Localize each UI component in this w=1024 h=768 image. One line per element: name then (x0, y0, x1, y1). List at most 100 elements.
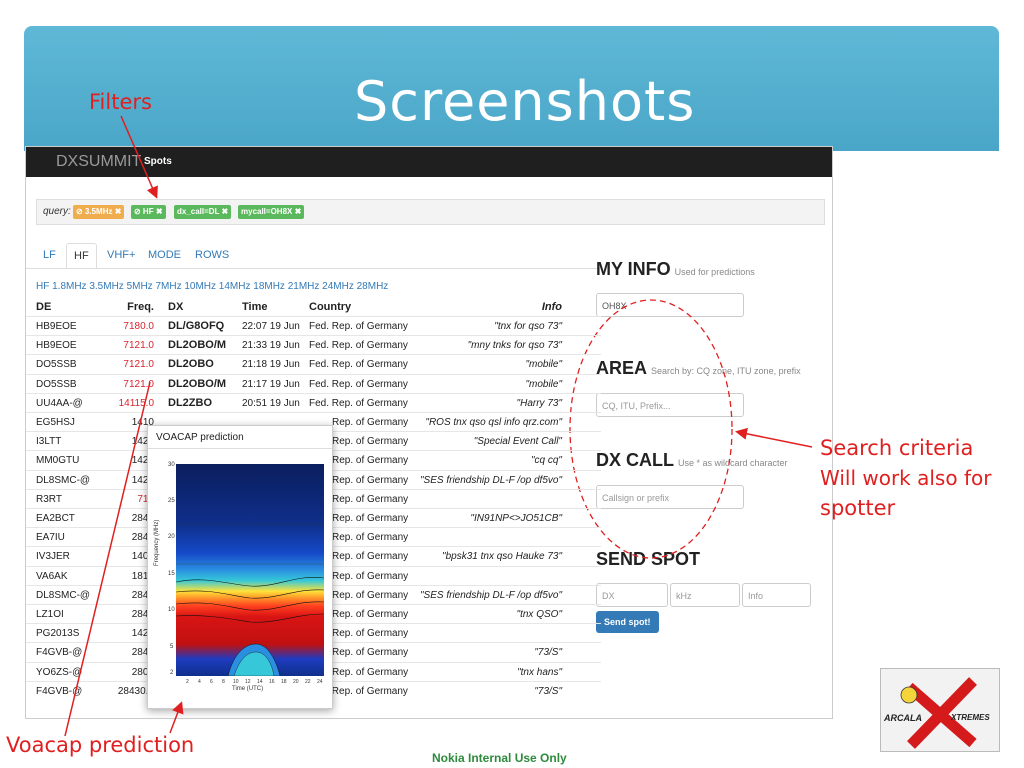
search-criteria-annotation-line3: spotter (820, 496, 896, 520)
cell-de[interactable]: EG5HSJ (36, 417, 75, 428)
tab-hf[interactable]: HF (66, 243, 97, 269)
send-spot-khz-input[interactable]: kHz (670, 583, 740, 607)
area-search-input[interactable]: CQ, ITU, Prefix... (596, 393, 744, 417)
search-criteria-annotation-line2: Will work also for (820, 466, 992, 490)
search-criteria-annotation-line1: Search criteria (820, 436, 974, 460)
cell-dx[interactable]: DL2OBO/M (168, 339, 226, 351)
y-tick-5: 5 (170, 644, 174, 650)
filter-chip-dx-call[interactable]: dx_call=DL ✖ (174, 205, 232, 219)
cell-freq: 1424 (131, 628, 154, 640)
cell-freq: 2848 (131, 609, 154, 620)
col-header-time[interactable]: Time (242, 301, 267, 313)
cell-country: Rep. of Germany (332, 493, 409, 505)
cell-de[interactable]: F4GVB-@ (36, 647, 82, 658)
logo-text-right: XTREMES (951, 713, 990, 722)
cell-de[interactable]: I3LTT (36, 436, 61, 447)
table-row[interactable]: DO5SSB 7121.0 DL2OBO/M 21:17 19 Jun Fed. Rep… (26, 373, 601, 394)
y-tick-25: 25 (168, 498, 175, 504)
col-header-de[interactable]: DE (36, 301, 51, 313)
cell-freq: 28430.0 (117, 685, 154, 697)
cell-freq: 7121.0 (123, 340, 154, 352)
voacap-prediction-popup: VOACAP prediction 30 25 20 15 10 5 2 Fre… (147, 425, 333, 709)
my-info-title: MY INFO (596, 259, 671, 279)
cell-info: "73/S" (534, 685, 562, 697)
cell-info: "SES friendship DL-F /op df5vo" (420, 474, 562, 486)
cell-info: "mny tnks for qso 73" (467, 340, 562, 352)
cell-country: Rep. of Germany (332, 609, 409, 620)
nav-spots-link[interactable]: Spots (144, 156, 172, 167)
cell-info: "mobile" (525, 378, 562, 390)
table-row[interactable]: DO5SSB 7121.0 DL2OBO 21:18 19 Jun Fed. Rep. … (26, 354, 601, 374)
table-row[interactable]: HB9EOE 7180.0 DL/G8OFQ 22:07 19 Jun Fed. Rep… (26, 316, 601, 336)
cell-country: Rep. of Germany (332, 647, 409, 659)
x-tick-12: 12 (245, 679, 251, 685)
voacap-annotation: Voacap prediction (6, 733, 195, 757)
cell-de[interactable]: EA7IU (36, 532, 65, 543)
cell-de[interactable]: LZ1OI (36, 609, 64, 620)
cell-de[interactable]: UU4AA-@ (36, 398, 83, 409)
cell-freq: 7180.0 (123, 321, 154, 332)
tab-lf[interactable]: LF (36, 243, 63, 267)
cell-de[interactable]: VA6AK (36, 571, 68, 582)
tab-rows[interactable]: ROWS (188, 243, 236, 267)
cell-country: Rep. of Germany (332, 417, 409, 428)
col-header-dx[interactable]: DX (168, 301, 183, 313)
x-tick-18: 18 (281, 679, 287, 685)
cell-dx[interactable]: DL/G8OFQ (168, 320, 224, 332)
tab-mode[interactable]: MODE (141, 243, 188, 267)
dx-call-input[interactable]: Callsign or prefix (596, 485, 744, 509)
query-filter-bar: query: ⊘ 3.5MHz ✖ ⊘ HF ✖ dx_call=DL ✖ my… (36, 199, 825, 225)
cell-freq: 715 (137, 493, 154, 505)
cell-dx[interactable]: DL2ZBO (168, 397, 212, 409)
cell-de[interactable]: R3RT (36, 494, 62, 505)
table-row[interactable]: UU4AA-@ 14115.0 DL2ZBO 20:51 19 Jun Fed. Rep… (26, 392, 601, 413)
cell-country: Rep. of Germany (332, 666, 409, 678)
col-header-info[interactable]: Info (526, 301, 562, 313)
cell-freq: 1407 (131, 551, 154, 563)
cell-info: "73/S" (534, 647, 562, 659)
x-tick-6: 6 (210, 679, 213, 685)
my-info-input[interactable]: OH8X (596, 293, 744, 317)
brand-logo[interactable]: DXSUMMIT (56, 153, 141, 171)
send-spot-dx-input[interactable]: DX (596, 583, 668, 607)
table-row[interactable]: HB9EOE 7121.0 DL2OBO/M 21:33 19 Jun Fed. Rep… (26, 335, 601, 355)
cell-dx[interactable]: DL2OBO/M (168, 378, 226, 390)
dx-call-heading: DX CALL Use * as wildcard character (596, 450, 788, 471)
cell-de[interactable]: EA2BCT (36, 513, 75, 524)
cell-de[interactable]: MM0GTU (36, 455, 79, 466)
cell-info: "Harry 73" (516, 397, 562, 409)
cell-de[interactable]: DO5SSB (36, 359, 77, 370)
tabs-divider (26, 268, 598, 269)
x-tick-14: 14 (257, 679, 263, 685)
col-header-country[interactable]: Country (309, 301, 351, 313)
cell-de[interactable]: F4GVB-@ (36, 686, 82, 697)
cell-info: "ROS tnx qso qsl info qrz.com" (425, 417, 562, 428)
cell-country: Rep. of Germany (332, 513, 409, 524)
logo-text-left: ARCALA (884, 713, 922, 723)
col-header-freq[interactable]: Freq. (122, 301, 154, 313)
cell-de[interactable]: DL8SMC-@ (36, 590, 90, 601)
cell-de[interactable]: HB9EOE (36, 340, 77, 351)
arcala-xtremes-logo: ARCALA XTREMES (880, 668, 1000, 752)
cell-freq: 1421 (131, 436, 154, 448)
filter-chip-3-5mhz[interactable]: ⊘ 3.5MHz ✖ (73, 205, 125, 219)
tab-vhf[interactable]: VHF+ (100, 243, 142, 267)
cell-dx[interactable]: DL2OBO (168, 358, 214, 370)
send-spot-info-input[interactable]: Info (742, 583, 811, 607)
cell-freq: 14115.0 (118, 397, 154, 409)
cell-freq: 7121.0 (123, 359, 154, 371)
x-tick-2: 2 (186, 679, 189, 685)
cell-de[interactable]: IV3JER (36, 551, 70, 562)
cell-de[interactable]: YO6ZS-@ (36, 667, 82, 678)
cell-country: Rep. of Germany (332, 436, 409, 448)
band-filter-links[interactable]: HF 1.8MHz 3.5MHz 5MHz 7MHz 10MHz 14MHz 1… (36, 281, 388, 292)
cell-de[interactable]: DL8SMC-@ (36, 475, 90, 486)
send-spot-button[interactable]: Send spot! (596, 611, 659, 633)
filter-chip-hf[interactable]: ⊘ HF ✖ (131, 205, 166, 219)
cell-de[interactable]: HB9EOE (36, 321, 77, 332)
cell-de[interactable]: DO5SSB (36, 379, 77, 390)
y-tick-30: 30 (168, 462, 175, 468)
cell-de[interactable]: PG2013S (36, 628, 79, 639)
filter-chip-mycall[interactable]: mycall=OH8X ✖ (238, 205, 305, 219)
x-tick-16: 16 (269, 679, 275, 685)
